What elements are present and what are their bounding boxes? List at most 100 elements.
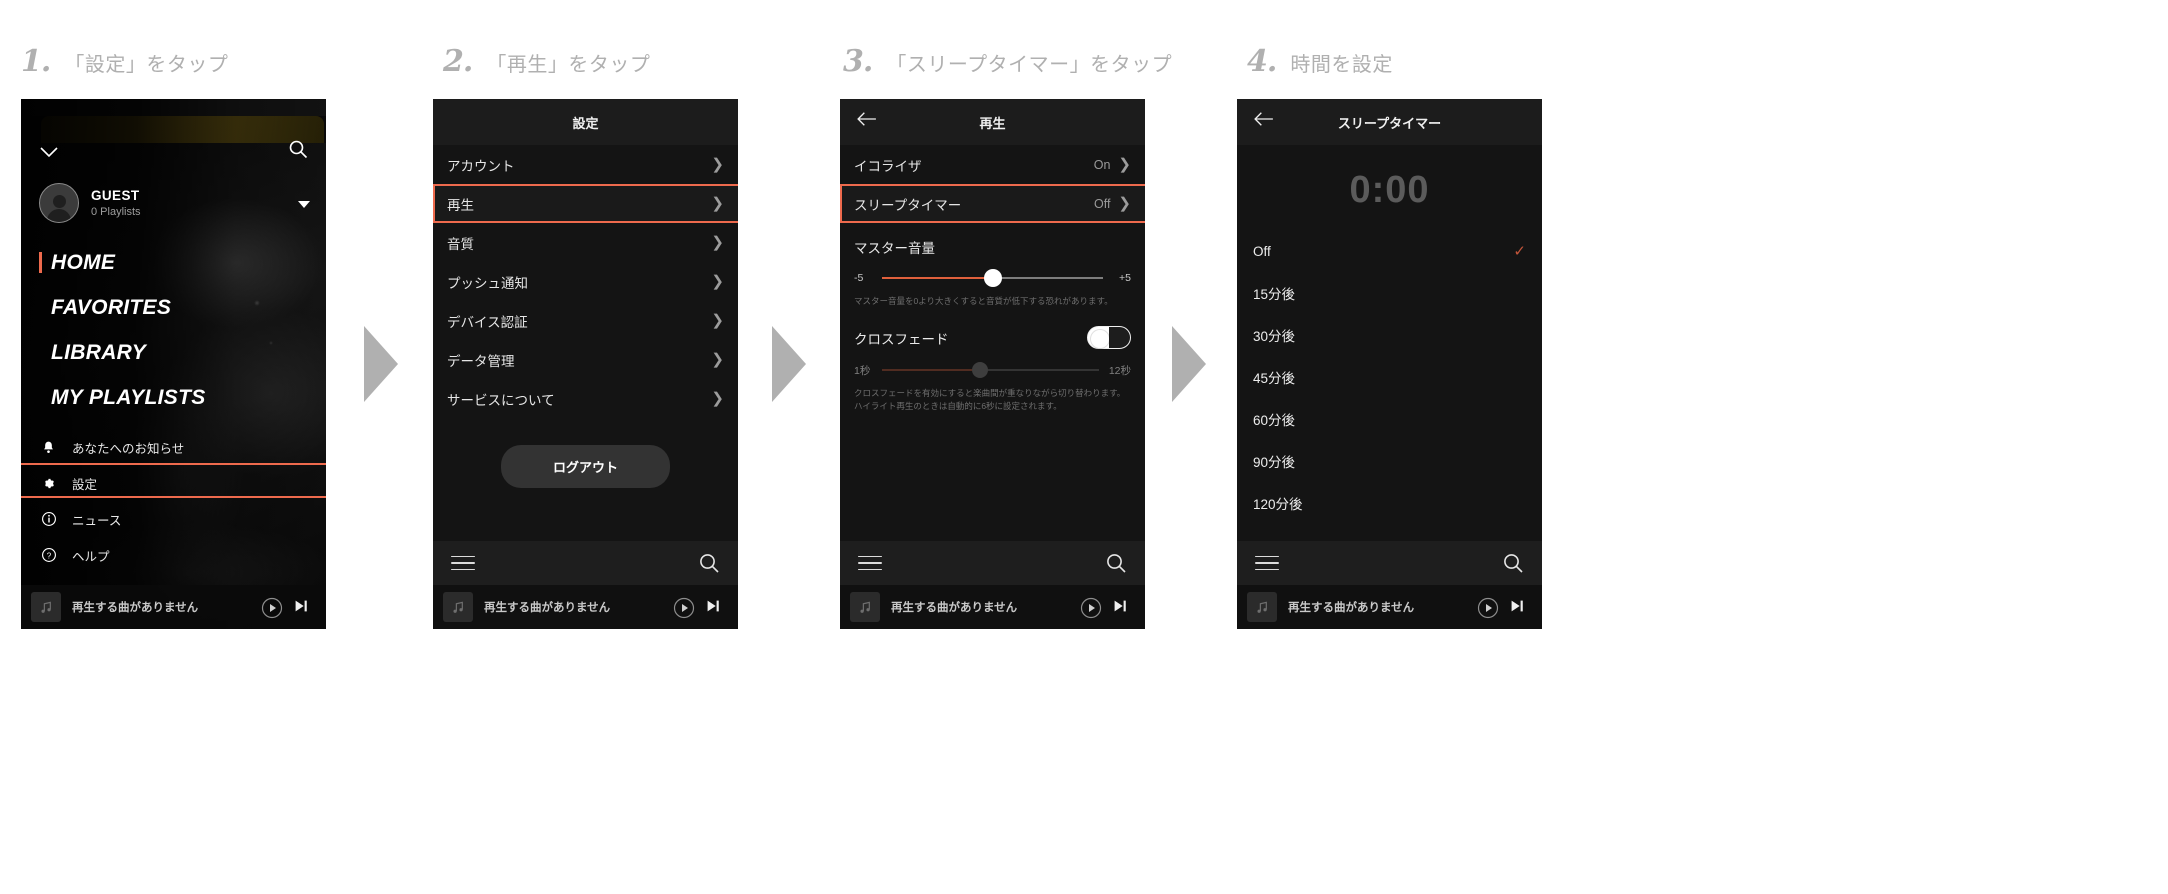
slider-track[interactable] [882, 361, 1099, 379]
crossfade-slider[interactable]: 1秒 12秒 [840, 349, 1145, 379]
next-track-button[interactable] [1508, 597, 1528, 617]
slider-handle[interactable] [971, 362, 988, 379]
step-heading-2: 2. 「再生」をタップ [443, 44, 650, 79]
step-arrow-separator [364, 326, 398, 402]
chevron-right-icon: ❯ [711, 234, 724, 251]
step-number: 1. [21, 44, 51, 79]
back-arrow-icon[interactable] [856, 111, 878, 133]
search-icon[interactable] [288, 139, 308, 159]
play-button[interactable] [673, 597, 695, 619]
option-label: Off [1253, 243, 1271, 259]
crossfade-switch[interactable] [1087, 326, 1131, 350]
bottom-nav [1237, 541, 1542, 585]
timer-option-45[interactable]: 45分後 [1237, 356, 1542, 398]
album-art-placeholder-icon [443, 592, 473, 622]
mini-player-title: 再生する曲がありません [891, 602, 1018, 614]
search-icon[interactable] [1502, 552, 1524, 574]
timer-option-120[interactable]: 120分後 [1237, 482, 1542, 524]
timer-option-15[interactable]: 15分後 [1237, 272, 1542, 314]
account-dropdown-caret-icon[interactable] [298, 201, 310, 208]
search-icon[interactable] [1105, 552, 1127, 574]
step-heading-1: 1. 「設定」をタップ [21, 44, 228, 79]
info-icon [39, 510, 58, 529]
settings-row-playback[interactable]: 再生 ❯ [433, 184, 738, 223]
option-label: 15分後 [1253, 287, 1296, 302]
nav-item-my-playlists[interactable]: MY PLAYLISTS [39, 386, 206, 410]
nav-drawer: GUEST 0 Playlists HOME FAVORITES LIBRARY… [21, 99, 326, 629]
sidebar-item-notifications[interactable]: あなたへのお知らせ [39, 429, 326, 465]
back-arrow-icon[interactable] [1253, 111, 1275, 133]
page-title: スリープタイマー [1337, 115, 1442, 131]
settings-row-equalizer[interactable]: イコライザ On ❯ [840, 145, 1145, 184]
settings-row-data-management[interactable]: データ管理 ❯ [433, 340, 738, 379]
avatar [39, 183, 79, 223]
menu-icon[interactable] [451, 551, 475, 576]
sidebar-item-news[interactable]: ニュース [39, 501, 326, 537]
row-label: 再生 [447, 197, 474, 213]
nav-item-home[interactable]: HOME [39, 251, 206, 275]
step-number: 3. [843, 44, 873, 79]
crossfade-label: クロスフェード [854, 331, 949, 347]
crossfade-toggle-row[interactable]: クロスフェード [840, 308, 1145, 350]
nav-item-favorites[interactable]: FAVORITES [39, 296, 206, 320]
settings-row-account[interactable]: アカウント ❯ [433, 145, 738, 184]
nav-label: FAVORITES [51, 296, 172, 319]
chevron-down-icon[interactable] [39, 145, 59, 158]
timer-option-90[interactable]: 90分後 [1237, 440, 1542, 482]
chevron-right-icon: ❯ [711, 156, 724, 173]
menu-icon[interactable] [858, 551, 882, 576]
row-value: On [1093, 157, 1111, 172]
step-heading-4: 4. 時間を設定 [1247, 44, 1393, 79]
step-text: 「設定」をタップ [64, 54, 229, 76]
tutorial-screenshot: 1. 「設定」をタップ 2. 「再生」をタップ 3. 「スリープタイマー」をタッ… [0, 0, 2168, 894]
row-label: アカウント [447, 158, 515, 174]
settings-list: アカウント ❯ 再生 ❯ 音質 ❯ プッシュ通知 ❯ デバイス認証 ❯ データ管… [433, 145, 738, 541]
sidebar-item-settings[interactable]: 設定 [39, 465, 326, 501]
settings-row-sleep-timer[interactable]: スリープタイマー Off ❯ [840, 184, 1145, 223]
settings-row-device-auth[interactable]: デバイス認証 ❯ [433, 301, 738, 340]
next-track-button[interactable] [292, 597, 312, 617]
timer-option-off[interactable]: Off ✓ [1237, 230, 1542, 272]
play-button[interactable] [1080, 597, 1102, 619]
play-button[interactable] [261, 597, 283, 619]
slider-min-label: 1秒 [854, 364, 871, 377]
option-label: 45分後 [1253, 371, 1296, 386]
row-label: サービスについて [447, 392, 555, 408]
row-label: スリープタイマー [854, 197, 962, 213]
step-arrow-separator [1172, 326, 1206, 402]
mini-player[interactable]: 再生する曲がありません [433, 585, 738, 629]
master-volume-slider[interactable]: -5 +5 [840, 257, 1145, 287]
settings-row-sound-quality[interactable]: 音質 ❯ [433, 223, 738, 262]
slider-track[interactable] [882, 269, 1103, 287]
gear-icon [39, 474, 58, 493]
sidebar-item-label: 設定 [72, 477, 98, 492]
timer-option-60[interactable]: 60分後 [1237, 398, 1542, 440]
step-number: 4. [1247, 44, 1277, 79]
user-profile[interactable]: GUEST 0 Playlists [39, 183, 141, 223]
sleep-timer-topbar: スリープタイマー [1237, 99, 1542, 145]
slider-handle[interactable] [983, 269, 1002, 287]
user-playlist-count: 0 Playlists [91, 206, 141, 218]
logout-button[interactable]: ログアウト [500, 445, 670, 488]
mini-player[interactable]: 再生する曲がありません [21, 585, 326, 629]
search-icon[interactable] [698, 552, 720, 574]
phone-screen-4-sleep-timer: スリープタイマー 0:00 Off ✓ 15分後 30分後 45分後 60分後 … [1237, 99, 1542, 629]
option-label: 60分後 [1253, 413, 1296, 428]
settings-row-push-notifications[interactable]: プッシュ通知 ❯ [433, 262, 738, 301]
slider-min-label: -5 [854, 272, 864, 284]
settings-row-about-service[interactable]: サービスについて ❯ [433, 379, 738, 418]
menu-icon[interactable] [1255, 551, 1279, 576]
step-text: 「スリープタイマー」をタップ [886, 54, 1173, 76]
nav-item-library[interactable]: LIBRARY [39, 341, 206, 365]
option-label: 120分後 [1253, 497, 1303, 512]
timer-option-30[interactable]: 30分後 [1237, 314, 1542, 356]
next-track-button[interactable] [704, 597, 724, 617]
play-button[interactable] [1477, 597, 1499, 619]
sidebar-item-help[interactable]: ? ヘルプ [39, 537, 326, 573]
nav-label: LIBRARY [51, 341, 147, 364]
mini-player[interactable]: 再生する曲がありません [840, 585, 1145, 629]
phone-screen-2-settings: 設定 アカウント ❯ 再生 ❯ 音質 ❯ プッシュ通知 ❯ デバイス認証 ❯ デ… [433, 99, 738, 629]
mini-player[interactable]: 再生する曲がありません [1237, 585, 1542, 629]
next-track-button[interactable] [1111, 597, 1131, 617]
step-heading-3: 3. 「スリープタイマー」をタップ [843, 44, 1172, 79]
